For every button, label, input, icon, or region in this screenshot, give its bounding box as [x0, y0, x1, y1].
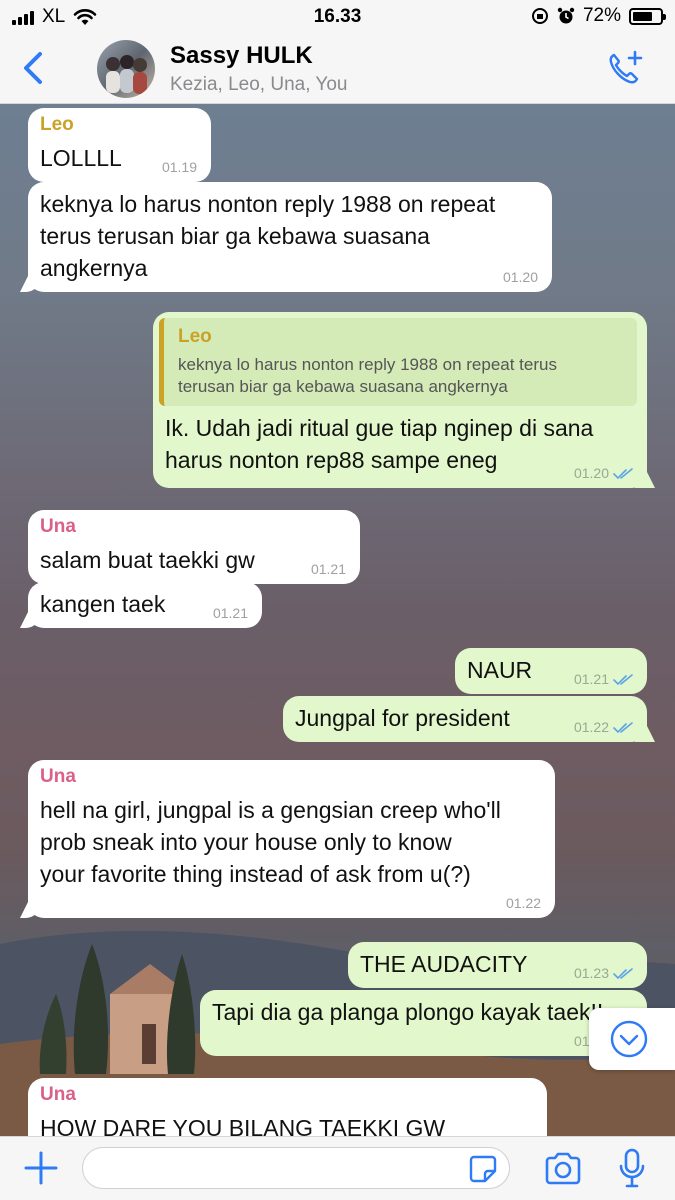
read-receipt-icon — [609, 719, 633, 735]
message-text: salam buat taekki gw — [40, 547, 255, 573]
alarm-icon — [557, 7, 575, 24]
message-text: HOW DARE YOU BILANG TAEKKI GW — [40, 1115, 446, 1136]
message-sender[interactable]: Leo — [40, 114, 151, 136]
message-timestamp: 01.22 — [574, 720, 633, 734]
chevron-down-icon — [610, 1020, 648, 1058]
message-bubble[interactable]: THE AUDACITY 01.23 — [348, 942, 647, 988]
message-bubble[interactable]: Una hell na girl, jungpal is a gengsian c… — [28, 760, 555, 918]
quoted-sender: Leo — [178, 326, 212, 347]
message-text: Ik. Udah jadi ritual gue tiap nginep di … — [165, 415, 594, 441]
message-text: terus terusan biar ga kebawa suasana — [40, 223, 430, 249]
message-timestamp: 01.20 — [502, 269, 538, 285]
plus-icon[interactable] — [22, 1149, 60, 1187]
battery-percent: 72% — [582, 5, 621, 26]
camera-icon[interactable] — [543, 1151, 583, 1187]
read-receipt-icon — [609, 965, 633, 981]
message-input[interactable] — [82, 1147, 510, 1189]
message-text: Jungpal for president — [295, 705, 510, 731]
chat-area[interactable]: Leo LOLLLL 01.19 keknya lo harus nonton rep… — [0, 104, 675, 1136]
message-text: Tapi dia ga planga plongo kayak taek!! — [212, 999, 604, 1025]
back-chevron-icon[interactable] — [18, 48, 48, 88]
group-members[interactable]: Kezia, Leo, Una, You — [170, 74, 347, 96]
quoted-text: terusan biar ga kebawa suasana angkernya — [178, 377, 508, 396]
sticker-icon[interactable] — [468, 1154, 498, 1184]
battery-icon — [629, 7, 666, 25]
message-text: kangen taek — [40, 591, 166, 617]
scroll-to-bottom-button[interactable] — [589, 1008, 675, 1070]
message-sender[interactable]: Una — [40, 1084, 487, 1106]
message-bubble[interactable]: Una salam buat taekki gw 01.21 — [28, 510, 360, 584]
message-bubble[interactable]: Jungpal for president 01.22 — [283, 696, 647, 742]
chat-header: Sassy HULK Kezia, Leo, Una, You — [0, 34, 675, 104]
chat-title[interactable]: Sassy HULK — [170, 42, 313, 70]
message-text: prob sneak into your house only to know — [40, 829, 452, 855]
message-text: keknya lo harus nonton reply 1988 on rep… — [40, 191, 496, 217]
message-timestamp: 01.21 — [310, 561, 346, 577]
quoted-text: keknya lo harus nonton reply 1988 on rep… — [178, 355, 557, 374]
message-timestamp: 01.22 — [505, 895, 541, 911]
message-text: angkernya — [40, 255, 148, 281]
message-bubble[interactable]: Tapi dia ga planga plongo kayak taek!!01… — [200, 990, 647, 1056]
message-timestamp: 01.19 — [161, 159, 197, 175]
read-receipt-icon — [609, 671, 633, 687]
message-text: your favorite thing instead of ask from … — [40, 861, 471, 887]
status-bar: XL 16.33 72% — [0, 0, 675, 34]
orientation-lock-icon — [531, 8, 548, 24]
message-bubble[interactable]: NAUR 01.21 — [455, 648, 647, 694]
add-call-icon[interactable] — [605, 48, 645, 88]
message-timestamp: 01.21 — [212, 605, 248, 621]
group-avatar[interactable] — [97, 40, 155, 98]
message-timestamp: 01.20 — [574, 466, 633, 480]
message-timestamp: 01.21 — [574, 672, 633, 686]
message-text: THE AUDACITY — [360, 951, 528, 977]
message-sender[interactable]: Una — [40, 766, 495, 788]
message-bubble[interactable]: Una HOW DARE YOU BILANG TAEKKI GW — [28, 1078, 547, 1136]
message-text: harus nonton rep88 sampe eneg — [165, 447, 498, 473]
microphone-icon[interactable] — [617, 1147, 647, 1189]
message-text: hell na girl, jungpal is a gengsian cree… — [40, 797, 501, 823]
message-text: NAUR — [467, 657, 533, 683]
message-bubble[interactable]: Leo LOLLLL 01.19 — [28, 108, 211, 182]
composer-bar — [0, 1136, 675, 1200]
message-timestamp: 01.23 — [574, 966, 633, 980]
message-sender[interactable]: Una — [40, 516, 300, 538]
read-receipt-icon — [609, 465, 633, 481]
message-bubble[interactable]: Leo keknya lo harus nonton reply 1988 on … — [153, 312, 647, 488]
message-bubble[interactable]: kangen taek 01.21 — [28, 582, 262, 628]
message-text: LOLLLL — [40, 145, 122, 171]
quoted-reply[interactable]: Leo keknya lo harus nonton reply 1988 on … — [159, 318, 637, 406]
message-bubble[interactable]: keknya lo harus nonton reply 1988 on rep… — [28, 182, 552, 292]
